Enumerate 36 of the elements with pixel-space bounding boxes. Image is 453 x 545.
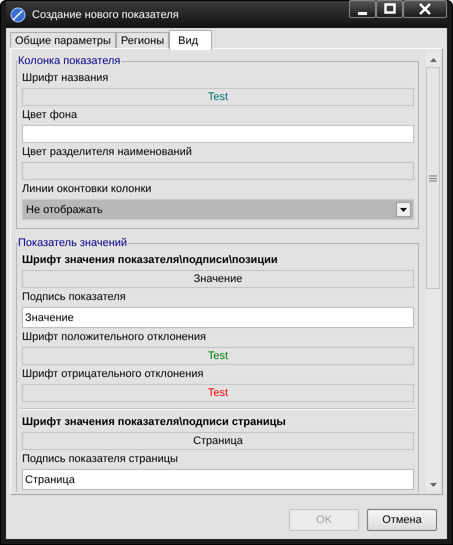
minimize-button[interactable] bbox=[349, 0, 376, 18]
field-label: Шрифт названия bbox=[22, 72, 110, 85]
font-sample-field[interactable]: Test bbox=[22, 88, 414, 106]
window-title: Создание нового показателя bbox=[32, 8, 179, 20]
scroll-up-icon[interactable] bbox=[428, 57, 438, 63]
font-sample-field[interactable]: Значение bbox=[22, 270, 414, 288]
tab[interactable]: Регионы bbox=[116, 32, 170, 48]
field-label: Подпись показателя страницы bbox=[22, 453, 179, 466]
close-icon bbox=[419, 3, 431, 15]
maximize-icon bbox=[384, 3, 396, 15]
field-label: Подпись показателя bbox=[22, 291, 127, 304]
field-label: Шрифт отрицательного отклонения bbox=[22, 368, 204, 381]
color-field[interactable] bbox=[22, 162, 414, 180]
font-sample-field[interactable]: Test bbox=[22, 347, 414, 365]
field-label: Цвет разделителя наименований bbox=[22, 146, 193, 159]
input-field[interactable]: Значение bbox=[22, 307, 414, 328]
field-label: Шрифт значения показателя\подписи страницы bbox=[22, 416, 287, 429]
font-sample-field[interactable]: Страница bbox=[22, 432, 414, 450]
tab[interactable]: Общие параметры bbox=[10, 32, 116, 48]
tab[interactable]: Вид bbox=[169, 30, 212, 50]
field-label: Шрифт значения показателя\подписи\позиции bbox=[22, 254, 279, 267]
scrollbar[interactable] bbox=[426, 51, 440, 492]
dropdown[interactable]: Не отображать bbox=[22, 199, 414, 220]
maximize-button[interactable] bbox=[376, 0, 403, 18]
field-label: Линии оконтовки колонки bbox=[22, 183, 152, 196]
dialog-button[interactable]: Отмена bbox=[367, 509, 437, 531]
grip-icon bbox=[429, 174, 437, 182]
scroll-down-icon[interactable] bbox=[428, 482, 438, 488]
color-field[interactable] bbox=[22, 125, 414, 143]
minimize-icon bbox=[358, 12, 367, 14]
field-label: Цвет фона bbox=[22, 109, 78, 122]
caret-icon bbox=[396, 202, 411, 217]
scroll-thumb[interactable] bbox=[426, 67, 440, 289]
field-label: Шрифт положительного отклонения bbox=[22, 331, 207, 344]
input-field[interactable]: Страница bbox=[22, 469, 414, 490]
close-button[interactable] bbox=[403, 0, 447, 18]
